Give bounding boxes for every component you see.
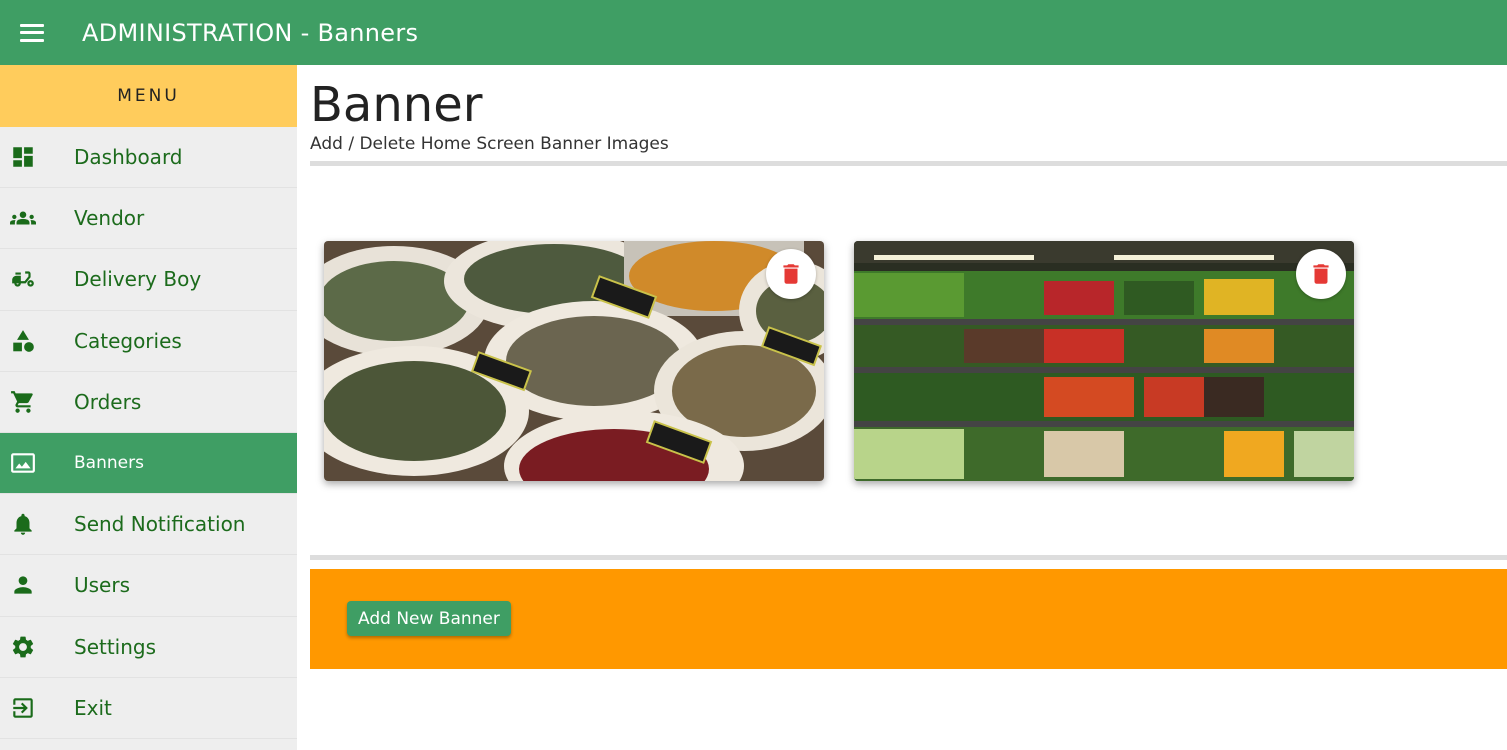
main-content: Banner Add / Delete Home Screen Banner I… [310, 65, 1507, 750]
app-title: ADMINISTRATION - Banners [82, 18, 419, 47]
trash-icon [1313, 264, 1329, 284]
action-bar: Add New Banner [310, 569, 1507, 669]
group-icon [0, 188, 46, 249]
delivery-scooter-icon [0, 249, 46, 310]
cart-icon [0, 371, 46, 432]
sidebar-item-banners[interactable]: Banners [0, 432, 297, 495]
sidebar-item-label: Delivery Boy [74, 267, 202, 292]
delete-banner-button[interactable] [1296, 249, 1346, 299]
sidebar-item-label: Settings [74, 634, 157, 659]
person-icon [0, 555, 46, 616]
divider [310, 161, 1507, 166]
sidebar-item-categories[interactable]: Categories [0, 311, 297, 372]
sidebar-item-send-notification[interactable]: Send Notification [0, 494, 297, 556]
sidebar-item-users[interactable]: Users [0, 555, 297, 617]
sidebar-item-label: Orders [74, 389, 142, 414]
banner-image-vegetables [854, 241, 1354, 481]
sidebar-item-settings[interactable]: Settings [0, 617, 297, 678]
sidebar-item-label: Send Notification [74, 512, 246, 537]
sidebar: MENU Dashboard Vendor Delivery Boy Categ… [0, 65, 297, 750]
sidebar-item-orders[interactable]: Orders [0, 372, 297, 433]
banner-card [324, 241, 824, 481]
page-subtitle: Add / Delete Home Screen Banner Images [310, 134, 669, 154]
bell-icon [0, 494, 46, 555]
image-icon [0, 433, 46, 494]
divider [310, 555, 1507, 560]
banner-card [854, 241, 1354, 481]
sidebar-item-exit[interactable]: Exit [0, 678, 297, 739]
page-title: Banner [310, 77, 483, 133]
sidebar-item-label: Banners [74, 453, 144, 474]
sidebar-item-label: Dashboard [74, 145, 183, 170]
banner-image-spices [324, 241, 824, 481]
shapes-icon [0, 310, 46, 371]
sidebar-item-label: Categories [74, 328, 182, 353]
delete-banner-button[interactable] [766, 249, 816, 299]
menu-header: MENU [0, 65, 297, 127]
sidebar-item-label: Vendor [74, 206, 145, 231]
hamburger-menu-icon[interactable] [0, 0, 64, 65]
exit-icon [0, 677, 46, 738]
sidebar-item-delivery-boy[interactable]: Delivery Boy [0, 249, 297, 311]
app-bar: ADMINISTRATION - Banners [0, 0, 1507, 65]
sidebar-item-dashboard[interactable]: Dashboard [0, 127, 297, 189]
dashboard-icon [0, 127, 46, 188]
sidebar-item-vendor[interactable]: Vendor [0, 188, 297, 250]
gear-icon [0, 616, 46, 677]
sidebar-item-label: Users [74, 573, 131, 598]
trash-icon [783, 264, 799, 284]
sidebar-item-label: Exit [74, 695, 112, 720]
add-new-banner-button[interactable]: Add New Banner [347, 601, 511, 636]
